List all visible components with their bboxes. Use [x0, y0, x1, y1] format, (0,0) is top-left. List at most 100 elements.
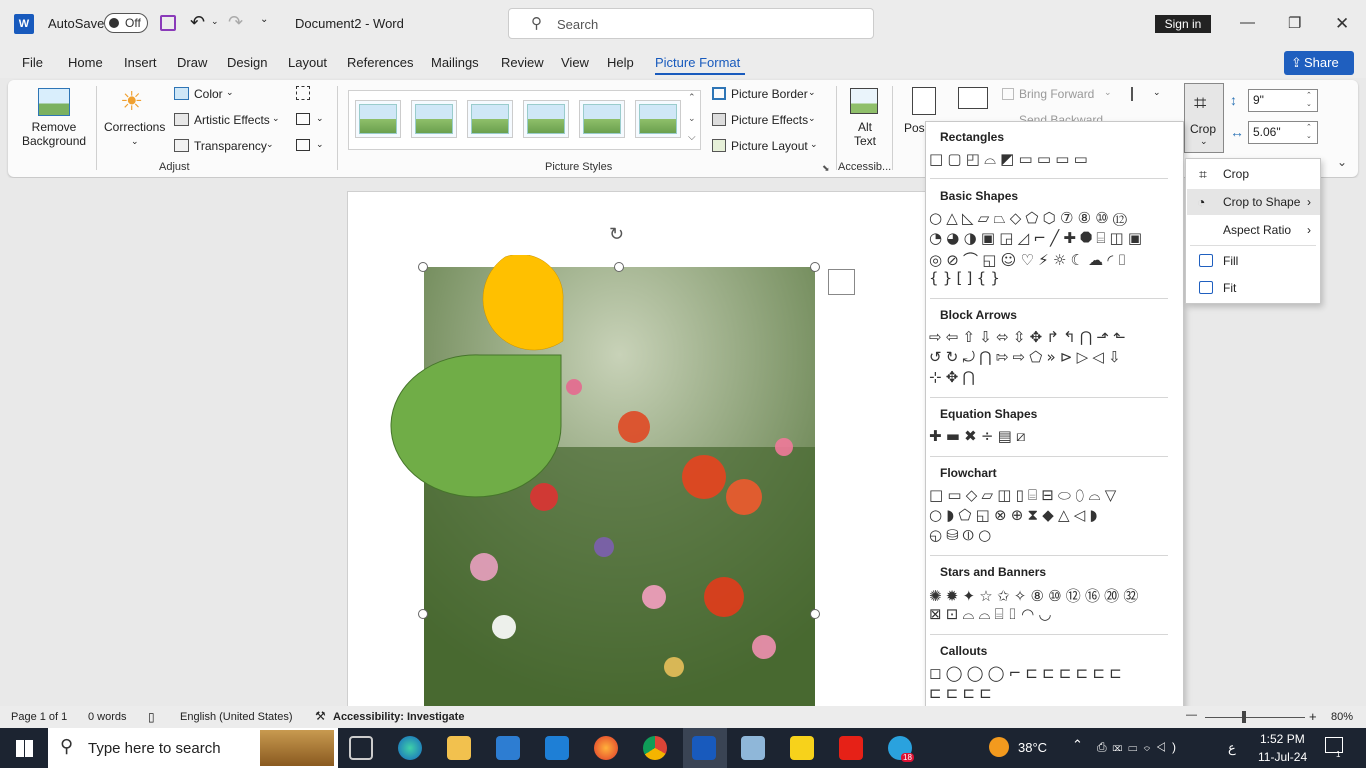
- shape-row[interactable]: ◔◕◑▣◲◿⌐╱✚⯃⌸◫▣: [929, 229, 1146, 247]
- resize-handle[interactable]: [418, 609, 428, 619]
- corrections-button[interactable]: Corrections: [104, 120, 165, 134]
- layout-options-icon[interactable]: [828, 269, 855, 295]
- picture-style-thumbnail[interactable]: [579, 100, 625, 138]
- tab-insert[interactable]: Insert: [124, 55, 157, 70]
- change-picture-icon[interactable]: [296, 113, 310, 125]
- picture-effects-dropdown-icon[interactable]: ⌄: [808, 113, 816, 124]
- bring-forward-button[interactable]: Bring Forward: [1019, 87, 1094, 101]
- resize-handle[interactable]: [810, 609, 820, 619]
- picture-layout-button[interactable]: Picture Layout: [731, 139, 808, 153]
- firefox-icon[interactable]: [594, 736, 618, 760]
- language-indicator[interactable]: English (United States): [180, 711, 293, 723]
- picture-layout-dropdown-icon[interactable]: ⌄: [810, 139, 818, 150]
- menu-item-aspect-ratio[interactable]: Aspect Ratio ›: [1187, 217, 1320, 243]
- crop-button[interactable]: ⌗ Crop ⌄: [1184, 83, 1224, 153]
- remove-background-button[interactable]: Remove Background: [22, 120, 86, 148]
- task-view-icon[interactable]: [349, 736, 373, 760]
- file-explorer-icon[interactable]: [447, 736, 471, 760]
- gallery-scroll-up-icon[interactable]: ⌃: [688, 92, 696, 103]
- snipping-tool-icon[interactable]: [741, 736, 765, 760]
- accessibility-status[interactable]: Accessibility: Investigate: [333, 711, 464, 723]
- send-backward-button[interactable]: Send Backward: [1019, 113, 1103, 121]
- corrections-dropdown-icon[interactable]: ⌄: [131, 136, 139, 147]
- share-button[interactable]: ⇪ Share: [1284, 51, 1354, 75]
- transparency-dropdown-icon[interactable]: ⌄: [266, 139, 274, 150]
- inserted-shapes[interactable]: [385, 255, 565, 501]
- shape-row[interactable]: ↺↻⤾⋂⇰⇨⬠»⊳▷◁⇩: [929, 348, 1125, 366]
- shape-row[interactable]: ◻◯◯◯⌐⊏⊏⊏⊏⊏⊏: [929, 664, 1126, 682]
- shape-row[interactable]: □▢◰⌓◩▭▭▭▭: [929, 150, 1092, 168]
- bring-forward-dropdown-icon[interactable]: ⌄: [1104, 87, 1112, 98]
- sign-in-button[interactable]: Sign in: [1155, 15, 1211, 33]
- artistic-effects-dropdown-icon[interactable]: ⌄: [272, 113, 280, 124]
- remove-background-icon[interactable]: [38, 88, 70, 116]
- system-tray-icons[interactable]: ⎙⌧▭⌔◁): [1097, 740, 1182, 755]
- shape-row[interactable]: ✺✹✦☆✩✧⑧⑩⑫⑯⑳㉜: [929, 585, 1143, 606]
- picture-style-thumbnail[interactable]: [411, 100, 457, 138]
- shape-row[interactable]: ○◗⬠◱⊗⊕⧗◆△◁◗: [929, 506, 1102, 524]
- shape-row[interactable]: ⊏⊏⊏⊏: [929, 684, 996, 702]
- compress-pictures-icon[interactable]: [296, 86, 310, 100]
- picture-style-thumbnail[interactable]: [355, 100, 401, 138]
- store-icon[interactable]: [496, 736, 520, 760]
- proofing-icon[interactable]: ▯: [148, 710, 155, 724]
- green-teardrop-shape[interactable]: [390, 354, 562, 498]
- weather-icon[interactable]: [989, 737, 1009, 757]
- picture-effects-button[interactable]: Picture Effects: [731, 113, 808, 127]
- shape-row[interactable]: ⊹✥⋂: [929, 368, 979, 386]
- youtube-icon[interactable]: [839, 736, 863, 760]
- menu-item-crop-to-shape[interactable]: ◔ Crop to Shape ›: [1187, 189, 1320, 215]
- tab-references[interactable]: References: [347, 55, 413, 70]
- position-button[interactable]: Pos: [904, 121, 925, 135]
- height-spin-icon[interactable]: ⌃ ⌄: [1306, 91, 1312, 109]
- artistic-effects-button[interactable]: Artistic Effects: [194, 113, 270, 127]
- tab-file[interactable]: File: [22, 55, 43, 70]
- windows-start-icon[interactable]: [16, 740, 33, 757]
- menu-item-crop[interactable]: ⌗ Crop: [1187, 161, 1320, 187]
- position-icon[interactable]: [912, 87, 936, 115]
- corrections-icon[interactable]: ☀: [120, 86, 143, 117]
- align-dropdown-icon[interactable]: ⌄: [1153, 87, 1161, 98]
- shape-row[interactable]: ○△◺▱⏢◇⬠⬡⑦⑧⑩⑫: [929, 209, 1131, 227]
- sticky-notes-icon[interactable]: [790, 736, 814, 760]
- shape-row[interactable]: {}[]{}: [929, 269, 1004, 287]
- resize-handle[interactable]: [614, 262, 624, 272]
- shape-row[interactable]: ⊠⊡⌓⌓⌸⌷◠◡: [929, 605, 1056, 623]
- shape-row[interactable]: ✚▬✖÷▤⧄: [929, 427, 1030, 445]
- yellow-teardrop-shape[interactable]: [482, 255, 564, 351]
- change-picture-dropdown-icon[interactable]: ⌄: [316, 113, 324, 124]
- input-language[interactable]: ع: [1228, 740, 1236, 756]
- rotate-handle-icon[interactable]: ↻: [609, 224, 624, 245]
- zoom-level[interactable]: 80%: [1331, 711, 1353, 723]
- tab-view[interactable]: View: [561, 55, 589, 70]
- menu-item-fill[interactable]: Fill: [1187, 248, 1320, 274]
- reset-picture-icon[interactable]: [296, 139, 310, 151]
- tab-picture-format[interactable]: Picture Format: [655, 55, 740, 70]
- redo-icon[interactable]: ↷: [228, 12, 243, 33]
- edge-icon[interactable]: [398, 736, 422, 760]
- picture-style-thumbnail[interactable]: [523, 100, 569, 138]
- minimize-icon[interactable]: —: [1240, 14, 1255, 31]
- collapse-ribbon-icon[interactable]: ⌄: [1337, 155, 1347, 169]
- undo-dropdown-icon[interactable]: ⌄: [211, 16, 219, 27]
- chrome-icon[interactable]: [643, 736, 667, 760]
- chevron-up-icon[interactable]: ⌃: [1072, 737, 1083, 753]
- resize-handle[interactable]: [810, 262, 820, 272]
- zoom-out-icon[interactable]: —: [1186, 709, 1197, 721]
- undo-icon[interactable]: ↶: [190, 12, 205, 33]
- taskbar-search-box[interactable]: ⚲ Type here to search: [48, 728, 338, 768]
- tab-review[interactable]: Review: [501, 55, 544, 70]
- temperature[interactable]: 38°C: [1018, 740, 1047, 755]
- zoom-slider-thumb[interactable]: [1242, 711, 1246, 723]
- dialog-launcher-icon[interactable]: ⬊: [822, 163, 830, 174]
- save-icon[interactable]: [160, 15, 176, 31]
- picture-style-thumbnail[interactable]: [467, 100, 513, 138]
- tab-layout[interactable]: Layout: [288, 55, 327, 70]
- shape-row[interactable]: □▭◇▱◫▯⌸⊟⬭⬯⌓▽: [929, 486, 1120, 504]
- shape-row[interactable]: ◵⛁⦶○: [929, 526, 995, 544]
- transparency-button[interactable]: Transparency: [194, 139, 267, 153]
- page-count[interactable]: Page 1 of 1: [11, 711, 67, 723]
- alt-text-icon[interactable]: [850, 88, 878, 114]
- gallery-scroll-down-icon[interactable]: ⌄: [688, 113, 696, 124]
- picture-border-button[interactable]: Picture Border: [731, 87, 808, 101]
